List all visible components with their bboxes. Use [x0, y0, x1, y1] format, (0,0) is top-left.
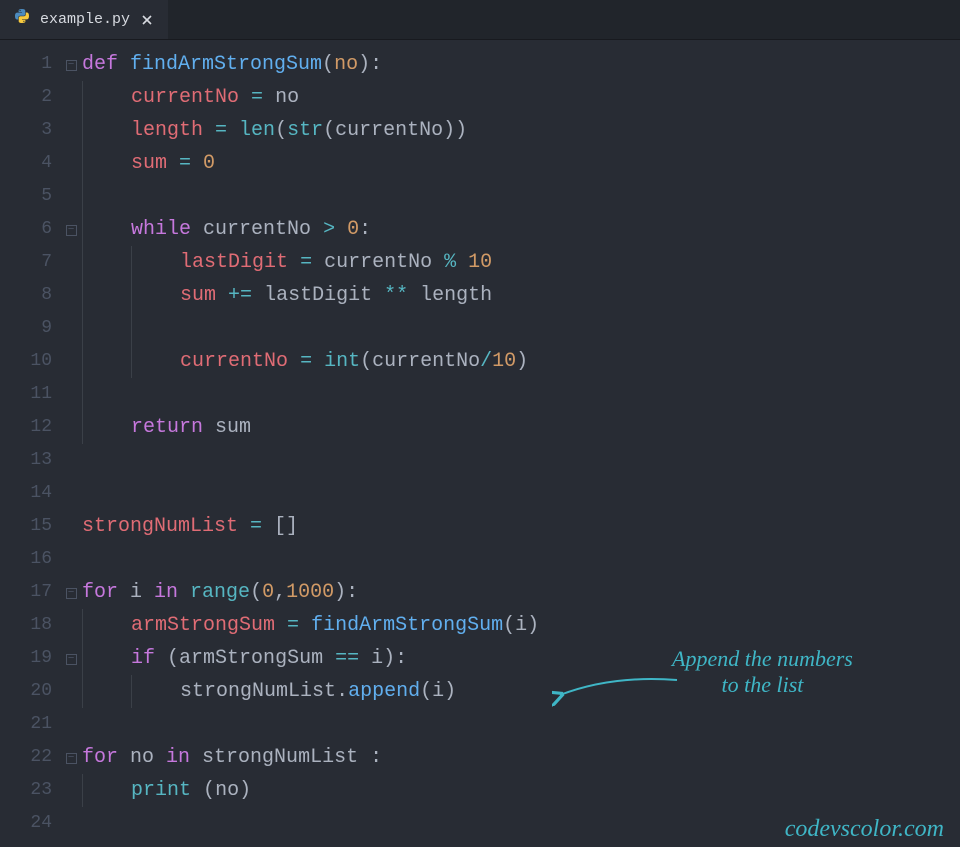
- tab-example-py[interactable]: example.py: [0, 0, 168, 39]
- code-line: sum += lastDigit ** length: [82, 279, 960, 312]
- code-line: sum = 0: [82, 147, 960, 180]
- code-line: armStrongSum = findArmStrongSum(i): [82, 609, 960, 642]
- fold-toggle-icon[interactable]: −: [66, 60, 77, 71]
- fold-toggle-icon[interactable]: −: [66, 654, 77, 665]
- code-line: [82, 477, 960, 510]
- code-line: while currentNo > 0:: [82, 213, 960, 246]
- close-icon[interactable]: [140, 13, 154, 27]
- code-line: for i in range(0,1000):: [82, 576, 960, 609]
- fold-toggle-icon[interactable]: −: [66, 225, 77, 236]
- code-line: strongNumList = []: [82, 510, 960, 543]
- code-line: length = len(str(currentNo)): [82, 114, 960, 147]
- code-line: [82, 378, 960, 411]
- watermark: codevscolor.com: [785, 816, 944, 843]
- code-line: for no in strongNumList :: [82, 741, 960, 774]
- code-line: currentNo = int(currentNo/10): [82, 345, 960, 378]
- arrow-icon: [552, 670, 682, 710]
- fold-toggle-icon[interactable]: −: [66, 753, 77, 764]
- annotation-text: Append the numbers to the list: [672, 646, 853, 699]
- fold-toggle-icon[interactable]: −: [66, 588, 77, 599]
- code-area[interactable]: def findArmStrongSum(no): currentNo = no…: [82, 48, 960, 847]
- code-line: print (no): [82, 774, 960, 807]
- code-line: [82, 180, 960, 213]
- python-icon: [14, 8, 30, 31]
- code-line: currentNo = no: [82, 81, 960, 114]
- tab-title: example.py: [40, 11, 130, 28]
- code-line: return sum: [82, 411, 960, 444]
- line-number-gutter: 1 2 3 4 5 6 7 8 9 10 11 12 13 14 15 16 1…: [0, 48, 60, 847]
- code-line: [82, 444, 960, 477]
- tab-bar: example.py: [0, 0, 960, 40]
- code-line: [82, 312, 960, 345]
- code-line: lastDigit = currentNo % 10: [82, 246, 960, 279]
- code-line: def findArmStrongSum(no):: [82, 48, 960, 81]
- code-line: [82, 708, 960, 741]
- code-line: [82, 543, 960, 576]
- code-editor[interactable]: 1 2 3 4 5 6 7 8 9 10 11 12 13 14 15 16 1…: [0, 40, 960, 847]
- fold-gutter: − − − − −: [60, 48, 82, 847]
